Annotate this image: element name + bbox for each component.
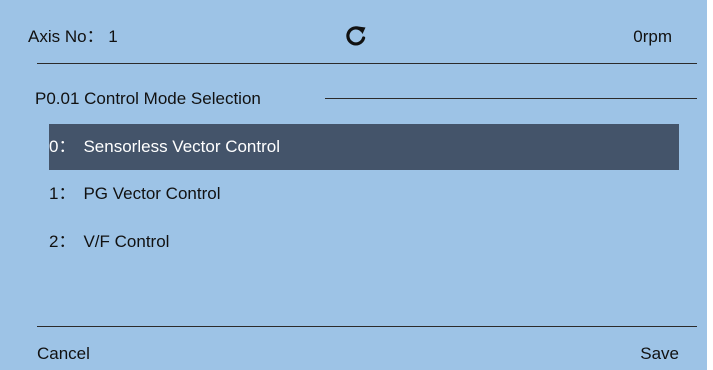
option-index: 2： xyxy=(49,232,76,251)
option-label: PG Vector Control xyxy=(83,184,221,203)
footer-divider xyxy=(37,326,697,327)
refresh-icon[interactable] xyxy=(344,24,368,48)
option-label: V/F Control xyxy=(83,232,170,251)
cancel-button[interactable]: Cancel xyxy=(37,344,90,364)
axis-number-label: Axis No： 1 xyxy=(28,27,118,46)
option-index: 1： xyxy=(49,184,76,203)
option-vf-control[interactable]: 2： V/F Control xyxy=(49,219,679,265)
control-mode-screen: Axis No： 1 0rpm P0.01 Control Mode Selec… xyxy=(0,0,707,370)
save-button[interactable]: Save xyxy=(640,344,679,364)
option-sensorless-vector-control[interactable]: 0： Sensorless Vector Control xyxy=(49,124,679,170)
speed-readout: 0rpm xyxy=(633,27,672,46)
header-bar: Axis No： 1 0rpm xyxy=(0,0,707,63)
option-index: 0： xyxy=(49,137,76,156)
title-divider xyxy=(325,98,697,99)
option-pg-vector-control[interactable]: 1： PG Vector Control xyxy=(49,171,679,217)
parameter-title: P0.01 Control Mode Selection xyxy=(35,89,261,108)
option-label: Sensorless Vector Control xyxy=(83,137,281,156)
header-divider xyxy=(37,63,697,64)
